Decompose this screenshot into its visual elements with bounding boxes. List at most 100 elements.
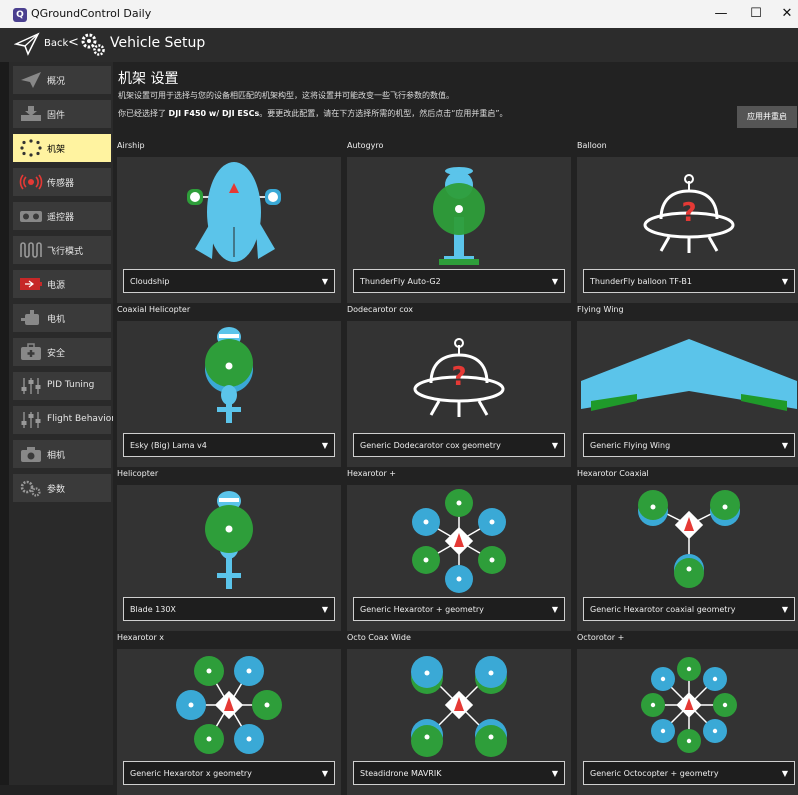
frame-card-octorotor-plus[interactable]: Generic Octocopter + geometry ▼ xyxy=(577,649,798,795)
frame-select[interactable]: Steadidrone MAVRIK ▼ xyxy=(353,761,565,785)
sidebar-item-firmware[interactable]: 固件 xyxy=(13,100,111,128)
sidebar-item-label: 安全 xyxy=(47,349,66,359)
frame-select[interactable]: ThunderFly balloon TF-B1 ▼ xyxy=(583,269,795,293)
minimize-button[interactable]: — xyxy=(706,4,736,24)
chevron-down-icon: ▼ xyxy=(551,277,558,286)
frame-category-label: Autogyro xyxy=(347,141,384,150)
frame-select-value: Generic Octocopter + geometry xyxy=(590,769,719,778)
hexarotor-plus-icon xyxy=(412,489,506,593)
sidebar-item-label: 固件 xyxy=(47,111,66,121)
gears-icon xyxy=(81,33,105,56)
frame-select-value: Generic Flying Wing xyxy=(590,441,671,450)
octo-coax-icon xyxy=(411,656,507,757)
frame-select-value: Cloudship xyxy=(130,277,170,286)
sidebar-item-label: PID Tuning xyxy=(47,380,95,390)
sidebar-item-flight-modes[interactable]: 飞行模式 xyxy=(13,236,111,264)
current-airframe-prefix: 你已经选择了 xyxy=(118,109,169,118)
battery-icon xyxy=(20,278,42,290)
close-button[interactable]: ✕ xyxy=(772,4,798,24)
frame-card-balloon[interactable]: ? ThunderFly balloon TF-B1 ▼ xyxy=(577,157,798,303)
sidebar-item-label: 电源 xyxy=(47,281,66,291)
unknown-frame-icon: ? xyxy=(643,174,735,253)
frame-card-helicopter[interactable]: Blade 130X ▼ xyxy=(117,485,341,631)
sidebar: 概况 固件 机架 传感器 遥控器 飞行模式 电源 电机 安全 PID Tunin… xyxy=(9,62,115,785)
chevron-down-icon: ▼ xyxy=(551,441,558,450)
frame-select-value: Steadidrone MAVRIK xyxy=(360,769,442,778)
frame-select[interactable]: Generic Flying Wing ▼ xyxy=(583,433,795,457)
sidebar-item-label: 参数 xyxy=(47,485,66,495)
frame-card-hexarotor-plus[interactable]: Generic Hexarotor + geometry ▼ xyxy=(347,485,571,631)
sidebar-item-label: 飞行模式 xyxy=(47,247,84,257)
back-button[interactable]: Back xyxy=(44,38,68,49)
chevron-down-icon: ▼ xyxy=(321,769,328,778)
current-airframe-text: 你已经选择了 DJI F450 w/ DJI ESCs。要更改此配置，请在下方选… xyxy=(118,108,508,119)
frame-select[interactable]: Esky (Big) Lama v4 ▼ xyxy=(123,433,335,457)
sidebar-item-safety[interactable]: 安全 xyxy=(13,338,111,366)
airframe-description: 机架设置可用于选择与您的设备相匹配的机架构型，这将设置并可能改变一些飞行参数的数… xyxy=(118,91,454,100)
sidebar-item-flight-behavior[interactable]: Flight Behavior xyxy=(13,406,115,434)
frame-select[interactable]: Generic Hexarotor coaxial geometry ▼ xyxy=(583,597,795,621)
left-edge-strip xyxy=(0,62,9,785)
sliders-icon xyxy=(21,378,41,394)
frame-select[interactable]: Generic Hexarotor x geometry ▼ xyxy=(123,761,335,785)
frame-card-coaxial-helicopter[interactable]: Esky (Big) Lama v4 ▼ xyxy=(117,321,341,467)
sidebar-item-pid-tuning[interactable]: PID Tuning xyxy=(13,372,111,400)
chevron-down-icon: ▼ xyxy=(321,277,328,286)
frame-card-hexarotor-coaxial[interactable]: Generic Hexarotor coaxial geometry ▼ xyxy=(577,485,798,631)
sidebar-item-radio[interactable]: 遥控器 xyxy=(13,202,111,230)
sidebar-item-camera[interactable]: 相机 xyxy=(13,440,111,468)
sidebar-item-power[interactable]: 电源 xyxy=(13,270,111,298)
motor-icon xyxy=(21,310,39,325)
frame-select[interactable]: Generic Dodecarotor cox geometry ▼ xyxy=(353,433,565,457)
frame-category-label: Coaxial Helicopter xyxy=(117,305,191,314)
frame-select-value: ThunderFly Auto-G2 xyxy=(360,277,441,286)
chevron-down-icon: ▼ xyxy=(781,277,788,286)
frame-select-value: Generic Dodecarotor cox geometry xyxy=(360,441,501,450)
frame-card-hexarotor-x[interactable]: Generic Hexarotor x geometry ▼ xyxy=(117,649,341,795)
chevron-down-icon: ▼ xyxy=(321,441,328,450)
sidebar-item-motors[interactable]: 电机 xyxy=(13,304,111,332)
frame-select[interactable]: ThunderFly Auto-G2 ▼ xyxy=(353,269,565,293)
maximize-button[interactable]: ☐ xyxy=(741,4,771,24)
airframe-icon xyxy=(20,139,42,157)
frame-select[interactable]: Cloudship ▼ xyxy=(123,269,335,293)
paper-plane-icon xyxy=(21,72,41,88)
paper-plane-icon[interactable] xyxy=(14,32,40,56)
frame-select[interactable]: Generic Octocopter + geometry ▼ xyxy=(583,761,795,785)
frame-card-flying-wing[interactable]: Generic Flying Wing ▼ xyxy=(577,321,798,467)
sliders-icon xyxy=(21,412,41,428)
svg-text:?: ? xyxy=(681,198,696,228)
sidebar-item-parameters[interactable]: 参数 xyxy=(13,474,111,502)
sidebar-item-label: 概况 xyxy=(47,77,66,87)
apply-and-restart-button[interactable]: 应用并重启 xyxy=(737,106,797,128)
frame-select[interactable]: Generic Hexarotor + geometry ▼ xyxy=(353,597,565,621)
top-toolbar: Back < Vehicle Setup xyxy=(0,28,798,62)
chevron-down-icon: ▼ xyxy=(781,605,788,614)
frame-card-airship[interactable]: Cloudship ▼ xyxy=(117,157,341,303)
sidebar-item-label: 相机 xyxy=(47,451,66,461)
chevron-down-icon: ▼ xyxy=(781,441,788,450)
current-airframe-suffix: 。要更改此配置，请在下方选择所需的机型，然后点击“应用并重启”。 xyxy=(259,109,508,118)
airship-icon xyxy=(187,162,281,262)
frame-category-label: Helicopter xyxy=(117,469,159,478)
frame-select-value: ThunderFly balloon TF-B1 xyxy=(590,277,692,286)
frame-select-value: Blade 130X xyxy=(130,605,176,614)
frame-card-octo-coax-wide[interactable]: Steadidrone MAVRIK ▼ xyxy=(347,649,571,795)
sidebar-item-label: 电机 xyxy=(47,315,66,325)
sidebar-item-airframe[interactable]: 机架 xyxy=(13,134,111,162)
download-icon xyxy=(21,106,41,121)
frame-category-label: Hexarotor x xyxy=(117,633,165,642)
frame-select[interactable]: Blade 130X ▼ xyxy=(123,597,335,621)
sidebar-item-sensors[interactable]: 传感器 xyxy=(13,168,111,196)
frame-card-autogyro[interactable]: ThunderFly Auto-G2 ▼ xyxy=(347,157,571,303)
sidebar-item-label: 机架 xyxy=(47,145,66,155)
hexarotor-x-icon xyxy=(176,656,282,754)
camera-icon xyxy=(21,447,41,462)
unknown-frame-icon: ? xyxy=(413,338,505,417)
chevron-down-icon: ▼ xyxy=(781,769,788,778)
frame-select-value: Generic Hexarotor + geometry xyxy=(360,605,484,614)
first-aid-icon xyxy=(21,343,41,360)
sensor-icon xyxy=(19,174,43,190)
sidebar-item-summary[interactable]: 概况 xyxy=(13,66,111,94)
frame-card-dodecarotor-cox[interactable]: ? Generic Dodecarotor cox geometry ▼ xyxy=(347,321,571,467)
